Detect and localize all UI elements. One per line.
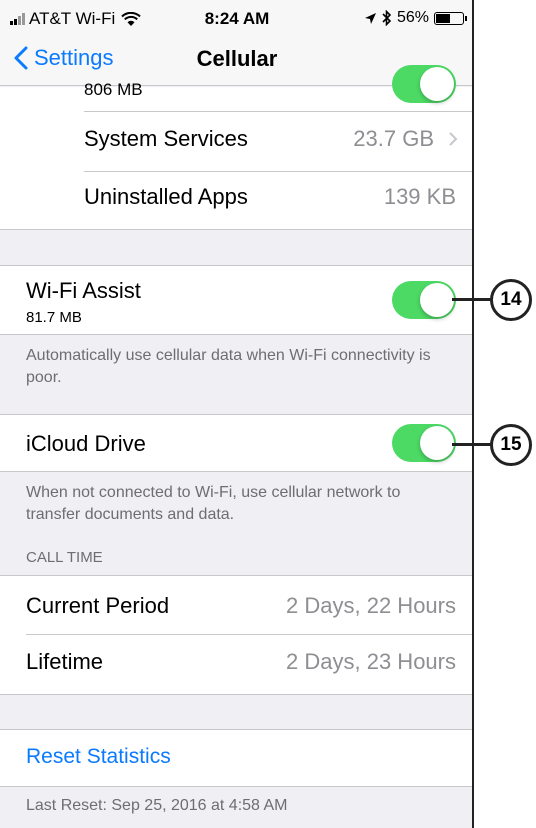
wifi-assist-toggle[interactable] [392,281,456,319]
toggle-knob [420,67,454,101]
divider [0,471,472,472]
icloud-drive-footer: When not connected to Wi-Fi, use cellula… [26,484,401,523]
reset-row[interactable]: Reset Statistics [0,730,472,786]
reset-statistics-button[interactable]: Reset Statistics [26,745,171,769]
divider [0,786,472,787]
divider [0,334,472,335]
divider [0,229,472,230]
current-period-value: 2 Days, 22 Hours [286,593,456,618]
wifi-assist-footer: Automatically use cellular data when Wi-… [26,347,431,386]
current-period-label: Current Period [26,593,170,618]
uninstalled-apps-label: Uninstalled Apps [84,184,248,209]
icloud-drive-toggle[interactable] [392,424,456,462]
toggle-knob [420,283,454,317]
lifetime-label: Lifetime [26,649,104,674]
wifi-assist-label: Wi-Fi Assist [26,278,141,303]
app-usage-list: 806 MB System Services 23.7 GB Uninstall… [0,65,472,229]
icloud-drive-row: iCloud Drive [0,415,472,471]
battery-percent: 56% [396,9,429,26]
divider [0,694,472,695]
call-time-list: Current Period 2 Days, 22 Hours Lifetime… [0,576,472,694]
divider [84,171,472,172]
system-services-value: 23.7 GB [353,126,434,151]
callout-line-14 [452,298,492,301]
divider [26,634,472,635]
app-cellular-toggle[interactable] [392,65,456,103]
chevron-right-icon [449,132,458,146]
app-usage-value: 806 MB [84,80,143,99]
status-right: 56% [364,9,467,27]
icloud-drive-label: iCloud Drive [26,431,146,456]
wifi-assist-row: Wi-Fi Assist 81.7 MB [0,266,472,334]
location-arrow-icon [364,12,376,24]
system-services-label: System Services [84,126,248,151]
lifetime-value: 2 Days, 23 Hours [286,649,456,674]
divider [84,111,472,112]
bluetooth-icon [382,10,392,26]
wifi-assist-usage: 81.7 MB [26,309,82,326]
battery-icon [434,11,467,25]
battery-fill [436,13,450,23]
phone-screen: AT&T Wi-Fi 8:24 AM 56% Settings Cellular… [0,0,474,828]
last-reset-text: Last Reset: Sep 25, 2016 at 4:58 AM [26,797,288,814]
call-time-header: CALL TIME [26,549,103,566]
callout-15: 15 [490,424,532,466]
uninstalled-apps-value: 139 KB [383,184,456,209]
callout-line-15 [452,443,492,446]
toggle-knob [420,426,454,460]
callout-14: 14 [490,279,532,321]
status-bar: AT&T Wi-Fi 8:24 AM 56% [0,0,472,34]
